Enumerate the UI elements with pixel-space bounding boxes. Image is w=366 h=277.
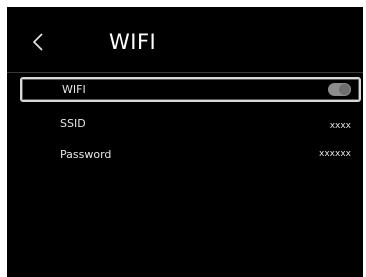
password-label: Password bbox=[60, 148, 112, 161]
toggle-knob bbox=[339, 84, 350, 95]
header-divider bbox=[7, 72, 363, 73]
wifi-label: WIFI bbox=[62, 83, 86, 96]
password-row[interactable]: Password xxxxxx bbox=[20, 140, 361, 170]
wifi-toggle[interactable] bbox=[328, 83, 351, 96]
header-bar: WIFI bbox=[7, 7, 363, 73]
ssid-value: xxxx bbox=[329, 121, 351, 131]
ssid-label: SSID bbox=[60, 117, 86, 130]
password-value: xxxxxx bbox=[319, 149, 351, 159]
wifi-settings-screen: WIFI WIFI SSID xxxx Password xxxxxx bbox=[7, 7, 363, 277]
back-button[interactable] bbox=[25, 25, 51, 59]
chevron-left-icon bbox=[32, 33, 43, 51]
wifi-row[interactable]: WIFI bbox=[20, 77, 361, 102]
ssid-row[interactable]: SSID xxxx bbox=[20, 109, 361, 139]
page-title: WIFI bbox=[109, 30, 157, 54]
